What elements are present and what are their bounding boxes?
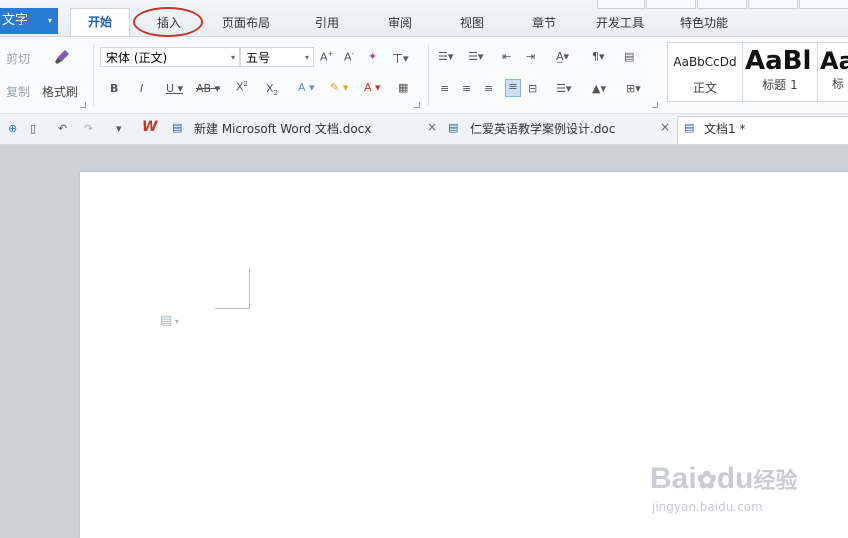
format-painter-button[interactable]: 格式刷 xyxy=(42,83,78,100)
tab-page-layout[interactable]: 页面布局 xyxy=(222,14,270,31)
italic-icon[interactable]: I xyxy=(140,82,143,95)
doc-tab-title[interactable]: 文档1 * xyxy=(704,120,745,137)
undo-icon[interactable]: ↶ xyxy=(58,122,67,135)
dialog-launcher-icon[interactable] xyxy=(652,102,658,108)
sort-icon[interactable]: A̲▾ xyxy=(556,50,569,63)
style-name: 标题 1 xyxy=(762,78,798,92)
numbered-list-icon[interactable]: ☰▾ xyxy=(468,50,483,63)
watermark-brand-cn: 经验 xyxy=(753,468,798,493)
style-name: 正文 xyxy=(692,81,717,95)
font-name-select[interactable]: 宋体 (正文) ▾ xyxy=(100,47,240,67)
cut-button[interactable]: 剪切 xyxy=(6,50,30,67)
app-menu-button[interactable]: 文字 ▾ xyxy=(0,8,58,34)
paragraph-mark-icon[interactable]: ¶▾ xyxy=(592,50,605,63)
paintbrush-icon[interactable] xyxy=(52,48,72,66)
watermark-brand-text: Bai xyxy=(650,462,697,495)
dialog-launcher-icon[interactable] xyxy=(80,102,86,108)
font-color-icon[interactable]: A ▾ xyxy=(364,81,381,94)
clear-format-icon[interactable]: ✦ xyxy=(368,50,377,63)
window-control-box[interactable] xyxy=(697,0,747,9)
doc-tab-title[interactable]: 仁爱英语教学案例设计.doc xyxy=(470,120,615,137)
chevron-down-icon: ▾ xyxy=(47,16,52,25)
style-preview: Aa xyxy=(820,47,848,75)
ribbon-separator xyxy=(93,44,94,106)
watermark-url: jingyan.baidu.com xyxy=(652,500,763,514)
style-normal[interactable]: AaBbCcDd 正文 xyxy=(667,42,743,102)
new-doc-icon[interactable]: ⊕ xyxy=(8,122,17,135)
grow-font-icon[interactable]: A+ xyxy=(320,50,333,64)
ribbon-separator xyxy=(428,44,429,106)
superscript-icon[interactable]: X2 xyxy=(236,80,248,94)
borders-icon[interactable]: ⊞▾ xyxy=(626,82,641,95)
watermark-brand-text: du xyxy=(716,462,754,495)
redo-icon[interactable]: ↷ xyxy=(84,122,93,135)
tab-sections[interactable]: 章节 xyxy=(532,14,556,31)
paw-icon: ✿ xyxy=(696,467,717,494)
align-center-icon[interactable]: ≡ xyxy=(462,82,471,95)
align-justify-icon[interactable]: ≡ xyxy=(505,79,521,97)
close-icon[interactable]: × xyxy=(660,120,670,134)
tab-developer[interactable]: 开发工具 xyxy=(596,14,644,31)
window-control-box[interactable] xyxy=(748,0,798,9)
distributed-align-icon[interactable]: ⊟ xyxy=(528,82,537,95)
bold-icon[interactable]: B xyxy=(110,82,118,95)
document-icon: ▤ xyxy=(448,121,459,134)
tab-view[interactable]: 视图 xyxy=(460,14,484,31)
char-shading-icon[interactable]: ▦ xyxy=(398,81,408,94)
window-control-box[interactable] xyxy=(646,0,696,9)
chevron-down-icon[interactable]: ▾ xyxy=(116,122,122,135)
insert-tab-highlight-circle xyxy=(133,7,203,37)
increase-indent-icon[interactable]: ⇥ xyxy=(526,50,535,63)
style-heading-2[interactable]: Aa 标 xyxy=(817,42,848,102)
subscript-icon[interactable]: X2 xyxy=(266,82,278,97)
font-size-select[interactable]: 五号 ▾ xyxy=(240,47,314,67)
wps-logo-icon[interactable]: W xyxy=(142,119,157,135)
tab-home[interactable]: 开始 xyxy=(70,8,130,36)
chevron-down-icon: ▾ xyxy=(230,53,235,62)
doc-tab-title[interactable]: 新建 Microsoft Word 文档.docx xyxy=(194,120,371,137)
dialog-launcher-icon[interactable] xyxy=(414,102,420,108)
paste-options-icon[interactable]: ▤ ▾ xyxy=(160,313,179,328)
open-icon[interactable]: ▯ xyxy=(30,122,36,135)
window-control-box[interactable] xyxy=(799,0,848,9)
tab-references[interactable]: 引用 xyxy=(315,14,339,31)
window-control-box[interactable] xyxy=(597,0,645,9)
tab-review[interactable]: 审阅 xyxy=(388,14,412,31)
app-menu-label: 文字 xyxy=(2,13,29,28)
style-heading-1[interactable]: AaBl 标题 1 xyxy=(742,42,818,102)
font-size-value: 五号 xyxy=(246,51,271,65)
margin-corner-mark xyxy=(215,268,250,309)
decrease-indent-icon[interactable]: ⇤ xyxy=(502,50,511,63)
table-border-icon[interactable]: ▤ xyxy=(624,50,634,63)
font-name-value: 宋体 (正文) xyxy=(106,51,168,65)
document-icon: ▤ xyxy=(684,121,695,134)
tab-special-features[interactable]: 特色功能 xyxy=(680,14,728,31)
phonetic-guide-icon[interactable]: ㄒ▾ xyxy=(392,50,409,66)
underline-icon[interactable]: U ▾ xyxy=(166,82,183,95)
shrink-font-icon[interactable]: A- xyxy=(344,50,354,64)
line-spacing-icon[interactable]: ☰▾ xyxy=(556,82,571,95)
style-preview: AaBbCcDd xyxy=(673,55,737,69)
copy-button[interactable]: 复制 xyxy=(6,83,30,100)
strikethrough-icon[interactable]: AB ▾ xyxy=(196,82,220,95)
watermark-brand: Bai✿du经验 xyxy=(650,462,797,496)
close-icon[interactable]: × xyxy=(427,120,437,134)
document-icon: ▤ xyxy=(172,121,183,134)
style-preview: AaBl xyxy=(745,46,812,76)
chevron-down-icon: ▾ xyxy=(304,53,309,62)
doc-tab-active[interactable] xyxy=(677,116,848,144)
shading-icon[interactable]: ▲▾ xyxy=(592,82,606,95)
highlight-color-icon[interactable]: ✎ ▾ xyxy=(330,81,348,94)
style-name: 标 xyxy=(832,77,845,91)
align-left-icon[interactable]: ≡ xyxy=(440,82,449,95)
bullet-list-icon[interactable]: ☰▾ xyxy=(438,50,453,63)
text-effect-icon[interactable]: A ▾ xyxy=(298,81,315,94)
align-right-icon[interactable]: ≡ xyxy=(484,82,493,95)
